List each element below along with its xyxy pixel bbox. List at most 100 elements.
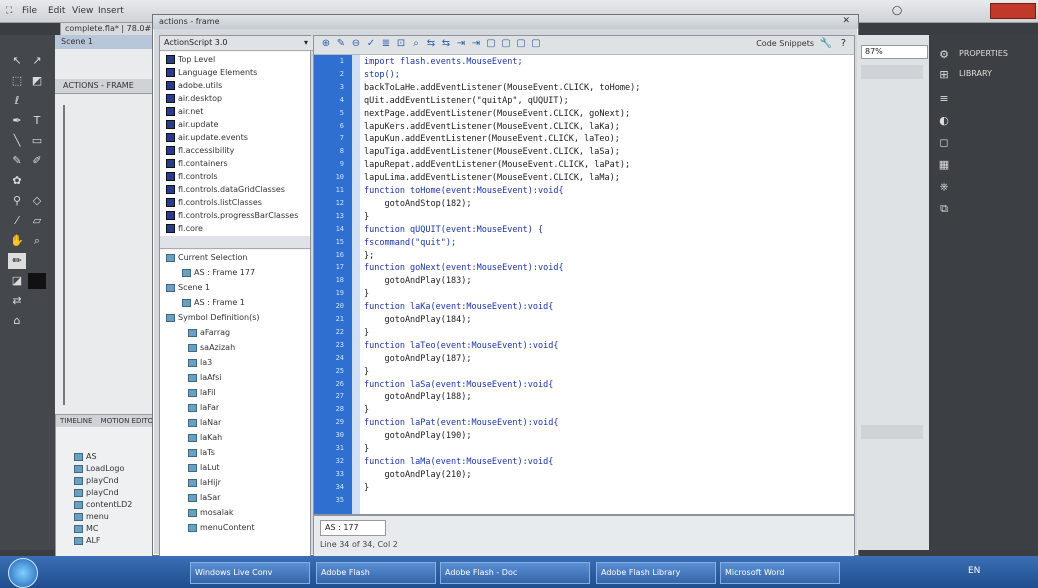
library-item[interactable]: contentLD2	[74, 499, 132, 511]
code-line[interactable]: lapuRepat.addEventListener(MouseEvent.CL…	[364, 160, 630, 170]
version-select[interactable]: ActionScript 3.0 ▾	[160, 36, 314, 51]
tree-item[interactable]: fl.controls.progressBarClasses	[160, 210, 298, 222]
toolbar-button-icon[interactable]: ✎	[335, 38, 347, 50]
subselect-tool-icon[interactable]: ↗	[28, 53, 46, 69]
toolbar-button-icon[interactable]: ⊡	[395, 38, 407, 50]
taskbar-item[interactable]: Windows Live Conv	[190, 562, 310, 584]
code-line[interactable]: gotoAndPlay(187);	[364, 354, 471, 364]
navigator-item[interactable]: laFil	[188, 387, 216, 399]
navigator-item[interactable]: Scene 1	[166, 282, 210, 294]
library-item[interactable]: menu	[74, 511, 109, 523]
scene-tab[interactable]: Scene 1	[55, 35, 164, 49]
taskbar-item[interactable]: Microsoft Word	[720, 562, 840, 584]
toolbar-button-icon[interactable]: ⊖	[350, 38, 362, 50]
frame-tab[interactable]: AS : 177	[320, 520, 386, 536]
components-icon[interactable]: ⧉	[935, 201, 953, 217]
toolbar-button-icon[interactable]: ⌕	[410, 38, 422, 50]
transform-icon[interactable]: ⎈	[935, 179, 953, 195]
navigator-item[interactable]: laFar	[188, 402, 219, 414]
stroke-color-icon[interactable]: ✏	[8, 253, 26, 269]
code-area[interactable]: 1 import flash.events.MouseEvent; 2 stop();…	[314, 55, 854, 514]
search-icon[interactable]: ◯	[892, 6, 902, 16]
pen-tool-icon[interactable]: ✒	[8, 113, 26, 129]
free-transform-icon[interactable]: ⬚	[8, 73, 26, 89]
navigator-item[interactable]: menuContent	[188, 522, 255, 534]
menu-insert[interactable]: Insert	[98, 6, 124, 16]
toolbar-button-icon[interactable]: ▢	[485, 38, 497, 50]
navigator-item[interactable]: saAzizah	[188, 342, 235, 354]
menu-file[interactable]: File	[22, 6, 37, 16]
tree-item[interactable]: air.net	[160, 106, 203, 118]
start-button[interactable]	[8, 558, 38, 588]
tree-item[interactable]: air.desktop	[160, 93, 222, 105]
library-item[interactable]: AS	[74, 451, 97, 463]
code-line[interactable]: gotoAndPlay(183);	[364, 276, 471, 286]
align-icon[interactable]: ≡	[935, 91, 953, 107]
code-line[interactable]: lapuKun.addEventListener(MouseEvent.CLIC…	[364, 134, 620, 144]
navigator-item[interactable]: Symbol Definition(s)	[166, 312, 260, 324]
paint-bucket-icon[interactable]: ◇	[28, 193, 46, 209]
code-line[interactable]: gotoAndStop(182);	[364, 199, 471, 209]
tree-item[interactable]: Top Level	[160, 54, 215, 66]
code-line[interactable]: }	[364, 483, 369, 493]
navigator-item[interactable]: AS : Frame 1	[182, 297, 245, 309]
taskbar-item[interactable]: Adobe Flash Library	[596, 562, 716, 584]
navigator-item[interactable]: laAfsi	[188, 372, 222, 384]
tree-item[interactable]: fl.accessibility	[160, 145, 234, 157]
code-line[interactable]: lapuLima.addEventListener(MouseEvent.CLI…	[364, 173, 620, 183]
splitter[interactable]	[160, 236, 310, 249]
code-line[interactable]: import flash.events.MouseEvent;	[364, 57, 523, 67]
tree-item[interactable]: fl.core	[160, 223, 203, 235]
app-icon[interactable]: ⛶	[6, 6, 12, 16]
gradient-tool-icon[interactable]: ◩	[28, 73, 46, 89]
menu-view[interactable]: View	[72, 6, 93, 16]
tree-item[interactable]: air.update.events	[160, 132, 248, 144]
hand-tool-icon[interactable]: ✋	[8, 233, 26, 249]
tree-item[interactable]: adobe.utils	[160, 80, 222, 92]
code-line[interactable]: function qUQUIT(event:MouseEvent) {	[364, 225, 543, 235]
toolbar-button-icon[interactable]: ▢	[500, 38, 512, 50]
navigator-item[interactable]: Current Selection	[166, 252, 247, 264]
zoom-tool-icon[interactable]: ⌕	[28, 233, 46, 249]
navigator-item[interactable]: mosalak	[188, 507, 234, 519]
code-line[interactable]: nextPage.addEventListener(MouseEvent.CLI…	[364, 109, 630, 119]
bone-tool-icon[interactable]: ⚲	[8, 193, 26, 209]
color-icon[interactable]: ◐	[935, 113, 953, 129]
code-line[interactable]: }	[364, 444, 369, 454]
code-line[interactable]: gotoAndPlay(188);	[364, 392, 471, 402]
deco-tool-icon[interactable]: ✿	[8, 173, 26, 189]
code-line[interactable]: lapuKers.addEventListener(MouseEvent.CLI…	[364, 122, 620, 132]
toolbar-button-icon[interactable]: ✓	[365, 38, 377, 50]
navigator-item[interactable]: laTs	[188, 447, 215, 459]
code-line[interactable]: gotoAndPlay(210);	[364, 470, 471, 480]
tree-item[interactable]: fl.controls.dataGridClasses	[160, 184, 285, 196]
help-icon[interactable]: ?	[841, 38, 846, 49]
code-line[interactable]: }	[364, 289, 369, 299]
fill-color-icon[interactable]: ◪	[8, 273, 26, 289]
motion-editor-tab[interactable]: MOTION EDITOR	[95, 417, 158, 425]
code-line[interactable]: }	[364, 405, 369, 415]
menu-edit[interactable]: Edit	[48, 6, 65, 16]
library-item[interactable]: playCnd	[74, 475, 119, 487]
code-line[interactable]: function goNext(event:MouseEvent):void{	[364, 263, 564, 273]
eyedropper-icon[interactable]: ⁄	[8, 213, 26, 229]
navigator-item[interactable]: laKah	[188, 432, 222, 444]
properties-tab[interactable]: PROPERTIES	[959, 49, 1008, 58]
code-line[interactable]: function laSa(event:MouseEvent):void{	[364, 380, 553, 390]
code-line[interactable]: }	[364, 367, 369, 377]
code-snippets-button[interactable]: Code Snippets	[756, 39, 814, 48]
library-icon[interactable]: ⊞	[935, 67, 953, 83]
code-line[interactable]: function laMa(event:MouseEvent):void{	[364, 457, 553, 467]
rect-tool-icon[interactable]: ▭	[28, 133, 46, 149]
zoom-field[interactable]: 87%	[861, 45, 928, 59]
code-line[interactable]: }	[364, 212, 369, 222]
code-line[interactable]: gotoAndPlay(184);	[364, 315, 471, 325]
code-line[interactable]: function laPat(event:MouseEvent):void{	[364, 418, 558, 428]
line-tool-icon[interactable]: ╲	[8, 133, 26, 149]
info-icon[interactable]: ◻	[935, 135, 953, 151]
toolbar-button-icon[interactable]: ▢	[515, 38, 527, 50]
tree-item[interactable]: fl.containers	[160, 158, 228, 170]
code-line[interactable]: qUit.addEventListener("quitAp", qUQUIT);	[364, 96, 569, 106]
timeline-tab[interactable]: TIMELINE	[56, 417, 92, 425]
code-line[interactable]: backToLaHe.addEventListener(MouseEvent.C…	[364, 83, 640, 93]
